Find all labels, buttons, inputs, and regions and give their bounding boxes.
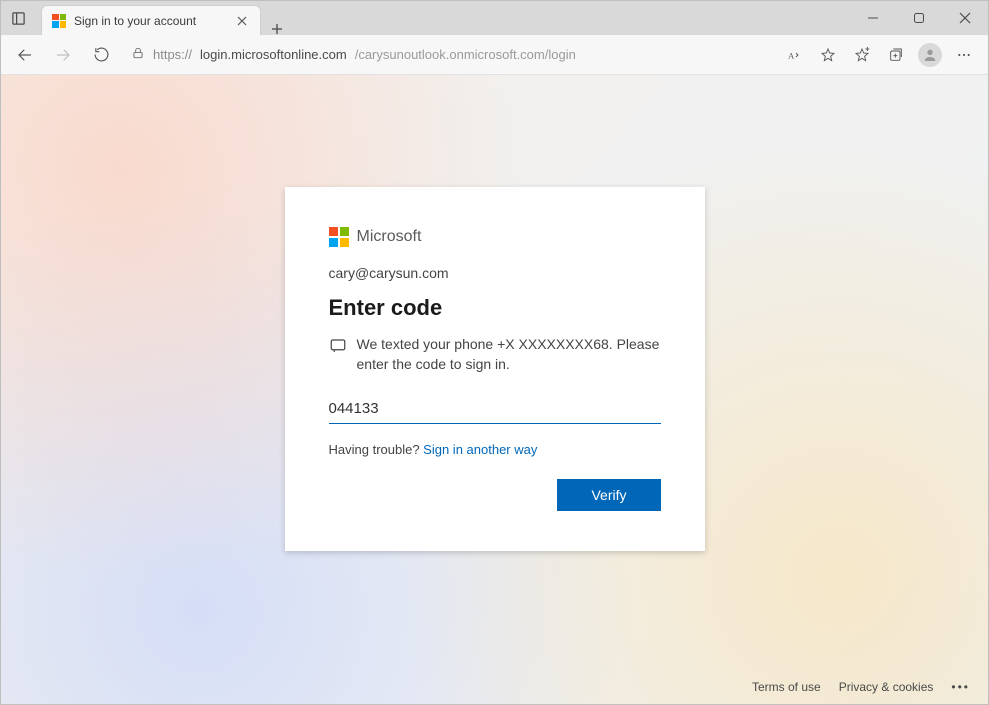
nav-forward-button[interactable] bbox=[47, 39, 79, 71]
footer-links: Terms of use Privacy & cookies ••• bbox=[752, 680, 970, 694]
window-maximize-button[interactable] bbox=[896, 1, 942, 35]
tab-title: Sign in to your account bbox=[74, 14, 226, 28]
instruction-row: We texted your phone +X XXXXXXXX68. Plea… bbox=[329, 335, 661, 374]
auth-card: Microsoft cary@carysun.com Enter code We… bbox=[285, 187, 705, 551]
terms-link[interactable]: Terms of use bbox=[752, 680, 821, 694]
instruction-text: We texted your phone +X XXXXXXXX68. Plea… bbox=[357, 335, 661, 374]
tab-actions-icon[interactable] bbox=[1, 1, 35, 35]
help-prefix: Having trouble? bbox=[329, 442, 424, 457]
identity-text: cary@carysun.com bbox=[329, 265, 661, 281]
help-row: Having trouble? Sign in another way bbox=[329, 442, 661, 457]
more-menu-icon[interactable] bbox=[948, 39, 980, 71]
collections-icon[interactable] bbox=[880, 39, 912, 71]
page-body: Microsoft cary@carysun.com Enter code We… bbox=[1, 75, 988, 704]
url-field[interactable]: https:// login.microsoftonline.com/carysu… bbox=[123, 40, 772, 70]
nav-back-button[interactable] bbox=[9, 39, 41, 71]
microsoft-logo-icon bbox=[329, 227, 349, 247]
lock-icon bbox=[131, 46, 145, 63]
tab-close-icon[interactable] bbox=[234, 13, 250, 29]
read-aloud-icon[interactable]: A bbox=[778, 39, 810, 71]
add-favorite-icon[interactable] bbox=[812, 39, 844, 71]
nav-refresh-button[interactable] bbox=[85, 39, 117, 71]
sms-icon bbox=[329, 337, 347, 355]
favorites-icon[interactable] bbox=[846, 39, 878, 71]
code-input[interactable] bbox=[329, 396, 661, 424]
avatar-icon bbox=[918, 43, 942, 67]
window-close-button[interactable] bbox=[942, 1, 988, 35]
url-path: /carysunoutlook.onmicrosoft.com/login bbox=[355, 47, 576, 62]
microsoft-brand: Microsoft bbox=[329, 227, 661, 247]
privacy-link[interactable]: Privacy & cookies bbox=[839, 680, 934, 694]
profile-button[interactable] bbox=[914, 39, 946, 71]
microsoft-brand-text: Microsoft bbox=[357, 228, 422, 246]
footer-more-icon[interactable]: ••• bbox=[951, 680, 970, 694]
browser-tab-active[interactable]: Sign in to your account bbox=[41, 5, 261, 35]
window-titlebar: Sign in to your account bbox=[1, 1, 988, 35]
tab-strip: Sign in to your account bbox=[35, 1, 293, 35]
toolbar-right: A bbox=[778, 39, 980, 71]
verify-button[interactable]: Verify bbox=[557, 479, 660, 511]
new-tab-button[interactable] bbox=[261, 23, 293, 35]
page-heading: Enter code bbox=[329, 295, 661, 321]
window-minimize-button[interactable] bbox=[850, 1, 896, 35]
sign-in-another-way-link[interactable]: Sign in another way bbox=[423, 442, 537, 457]
url-scheme: https:// bbox=[153, 47, 192, 62]
window-controls bbox=[850, 1, 988, 35]
address-bar: https:// login.microsoftonline.com/carysu… bbox=[1, 35, 988, 75]
svg-text:A: A bbox=[788, 50, 795, 60]
url-host: login.microsoftonline.com bbox=[200, 47, 347, 62]
microsoft-favicon-icon bbox=[52, 14, 66, 28]
